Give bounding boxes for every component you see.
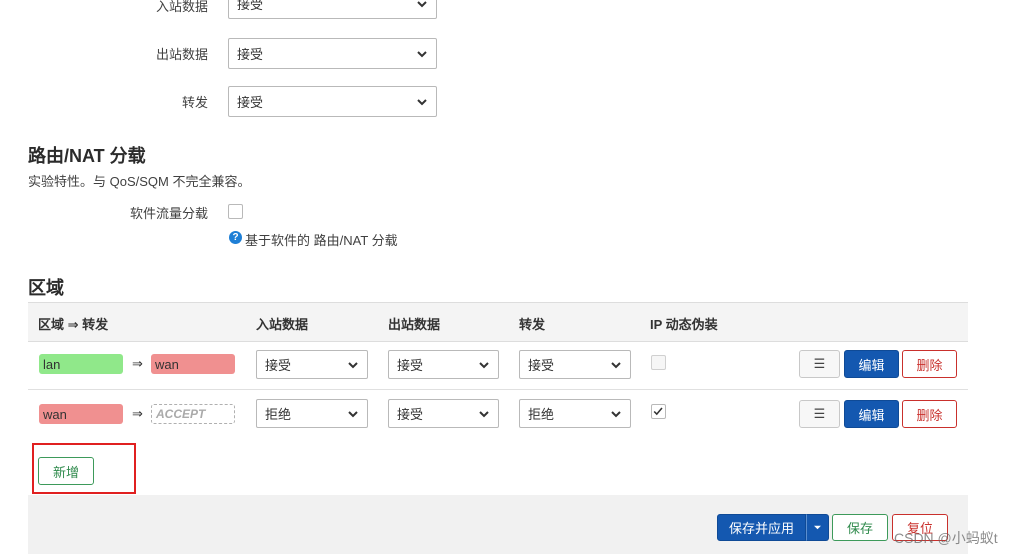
- row-forward-select[interactable]: 接受: [519, 350, 631, 379]
- input-policy-value: 接受: [237, 0, 264, 12]
- header-zone-forward: 区域 ⇒ 转发: [38, 317, 109, 332]
- chevron-down-icon: [479, 361, 489, 368]
- row-output-select[interactable]: 接受: [388, 350, 499, 379]
- chevron-down-icon: [348, 410, 358, 417]
- row-forward-value: 接受: [528, 358, 555, 373]
- output-label: 出站数据: [155, 47, 208, 62]
- help-icon: ?: [229, 231, 242, 244]
- edit-button[interactable]: 编辑: [844, 400, 899, 428]
- offload-description: 实验特性。与 QoS/SQM 不完全兼容。: [28, 174, 251, 189]
- add-zone-button[interactable]: 新增: [38, 457, 94, 485]
- row-output-value: 接受: [397, 358, 424, 373]
- forward-arrow: ⇒: [132, 356, 143, 371]
- row-forward-value: 拒绝: [528, 407, 555, 422]
- chevron-down-icon: [417, 0, 427, 7]
- row-output-select[interactable]: 接受: [388, 399, 499, 428]
- sw-offload-label: 软件流量分载: [129, 206, 208, 221]
- row-divider: [28, 389, 968, 390]
- header-output: 出站数据: [388, 317, 441, 332]
- save-button[interactable]: 保存: [832, 514, 888, 541]
- input-label: 入站数据: [155, 0, 208, 14]
- input-policy-select[interactable]: 接受: [228, 0, 437, 19]
- masq-checkbox[interactable]: [651, 404, 666, 419]
- output-policy-value: 接受: [237, 47, 264, 62]
- chevron-down-icon: [417, 98, 427, 105]
- row-output-value: 接受: [397, 407, 424, 422]
- chevron-down-icon: [479, 410, 489, 417]
- masq-checkbox[interactable]: [651, 355, 666, 370]
- checkmark-icon: [653, 407, 663, 416]
- row-input-select[interactable]: 拒绝: [256, 399, 368, 428]
- caret-down-icon: [814, 525, 821, 530]
- delete-button[interactable]: 删除: [902, 350, 957, 378]
- zone-badge: wan: [39, 404, 123, 424]
- save-apply-dropdown-button[interactable]: [806, 514, 829, 541]
- row-input-value: 拒绝: [265, 407, 292, 422]
- row-menu-button[interactable]: ☰: [799, 350, 840, 378]
- row-input-value: 接受: [265, 358, 292, 373]
- zones-table-header: 区域 ⇒ 转发 入站数据 出站数据 转发 IP 动态伪装: [28, 302, 968, 342]
- zone-badge: lan: [39, 354, 123, 374]
- watermark: CSDN @小蚂蚁t: [894, 530, 998, 546]
- edit-button[interactable]: 编辑: [844, 350, 899, 378]
- forward-policy-select[interactable]: 接受: [228, 86, 437, 117]
- forward-policy-value: 接受: [237, 95, 264, 110]
- offload-title: 路由/NAT 分载: [28, 146, 146, 166]
- save-apply-button[interactable]: 保存并应用: [717, 514, 806, 541]
- header-masq: IP 动态伪装: [650, 317, 718, 332]
- chevron-down-icon: [417, 50, 427, 57]
- zone-dest-badge: wan: [151, 354, 235, 374]
- row-menu-button[interactable]: ☰: [799, 400, 840, 428]
- row-input-select[interactable]: 接受: [256, 350, 368, 379]
- chevron-down-icon: [348, 361, 358, 368]
- sw-offload-checkbox[interactable]: [228, 204, 243, 219]
- header-forward: 转发: [519, 317, 546, 332]
- sw-offload-help: 基于软件的 路由/NAT 分载: [245, 233, 398, 248]
- zone-dest-badge: ACCEPT: [151, 404, 235, 424]
- chevron-down-icon: [611, 410, 621, 417]
- delete-button[interactable]: 删除: [902, 400, 957, 428]
- zones-title: 区域: [28, 278, 64, 298]
- row-forward-select[interactable]: 拒绝: [519, 399, 631, 428]
- header-input: 入站数据: [256, 317, 309, 332]
- forward-label: 转发: [181, 95, 208, 110]
- forward-arrow: ⇒: [132, 406, 143, 421]
- chevron-down-icon: [611, 361, 621, 368]
- output-policy-select[interactable]: 接受: [228, 38, 437, 69]
